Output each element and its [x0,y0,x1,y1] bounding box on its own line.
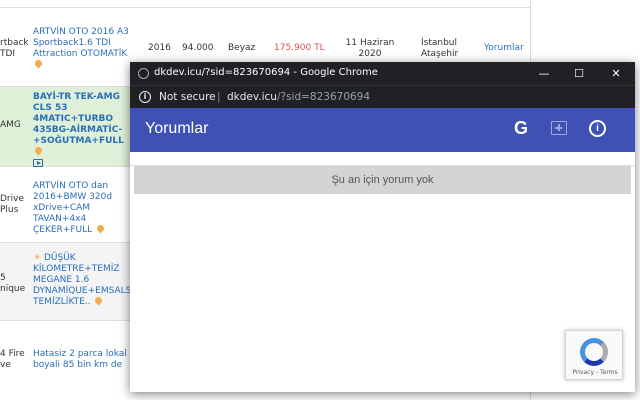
row-model-fragment: 4 Fire ve [0,349,25,370]
video-icon [33,158,43,167]
window-titlebar[interactable]: dkdev.icu/?sid=823670694 - Google Chrome… [130,62,635,85]
listing-title-link[interactable]: ☀ DÜŞÜK KİLOMETRE+TEMİZ MEGANE 1.6 DYNAM… [33,253,140,308]
listing-title-link[interactable]: BAYİ-TR TEK-AMG CLS 53 4MATIC+TURBO 435B… [33,92,133,169]
pin-icon [33,145,44,156]
row-model-fragment: 5 nique [0,273,26,294]
row-model-fragment: AMG [0,120,21,130]
comments-panel: Şu an için yorum yok [130,152,635,392]
recaptcha-links[interactable]: Privacy - Terms [566,369,624,376]
page-title: Yorumlar [145,120,209,137]
listing-color: Beyaz [228,43,256,53]
url-path: /?sid=823670694 [276,91,371,103]
pin-icon [95,223,106,234]
app-toolbar: Yorumlar G i [130,108,635,152]
google-sign-in-icon[interactable]: G [514,118,528,139]
add-comment-icon[interactable] [551,121,567,135]
recaptcha-badge[interactable]: Privacy - Terms [565,330,623,380]
about-icon[interactable]: i [589,120,606,137]
address-separator: | [217,91,221,103]
site-favicon-icon [138,68,149,79]
listing-year: 2016 [148,43,171,53]
url-host: dkdev.icu [227,91,277,103]
url-text[interactable]: dkdev.icu/?sid=823670694 [227,91,370,103]
close-button[interactable]: ✕ [599,62,633,85]
row-model-fragment: Drive Plus [0,194,24,215]
address-bar[interactable]: i Not secure | dkdev.icu/?sid=823670694 [130,85,635,108]
listing-location: İstanbul Ataşehir [421,38,459,59]
maximize-button[interactable]: ☐ [562,62,596,85]
recaptcha-icon [580,338,608,366]
divider [130,152,635,166]
listing-title-link[interactable]: Hatasiz 2 parca lokal boyali 85 bin km d… [33,349,133,371]
listing-km: 94.000 [182,43,214,53]
row-model-fragment: rtback TDI [0,38,29,59]
info-icon[interactable]: i [139,91,151,103]
pin-icon [33,58,44,69]
popup-window: dkdev.icu/?sid=823670694 - Google Chrome… [130,62,635,392]
sun-icon: ☀ [33,253,42,263]
empty-comments-message: Şu an için yorum yok [134,166,631,194]
listing-title-link[interactable]: ARTVİN OTO dan 2016+BMW 320d xDrive+CAM … [33,181,133,236]
pin-icon [93,295,104,306]
listing-price: 175.900 TL [274,43,325,53]
window-title: dkdev.icu/?sid=823670694 - Google Chrome [154,67,378,78]
listing-date: 11 Haziran 2020 [345,38,395,59]
comments-link[interactable]: Yorumlar [484,43,524,54]
table-header-strip [0,0,530,8]
minimize-button[interactable]: — [527,62,561,85]
security-status[interactable]: Not secure [159,91,216,103]
listing-title-link[interactable]: ARTVİN OTO 2016 A3 Sportback1.6 TDI Attr… [33,27,138,71]
